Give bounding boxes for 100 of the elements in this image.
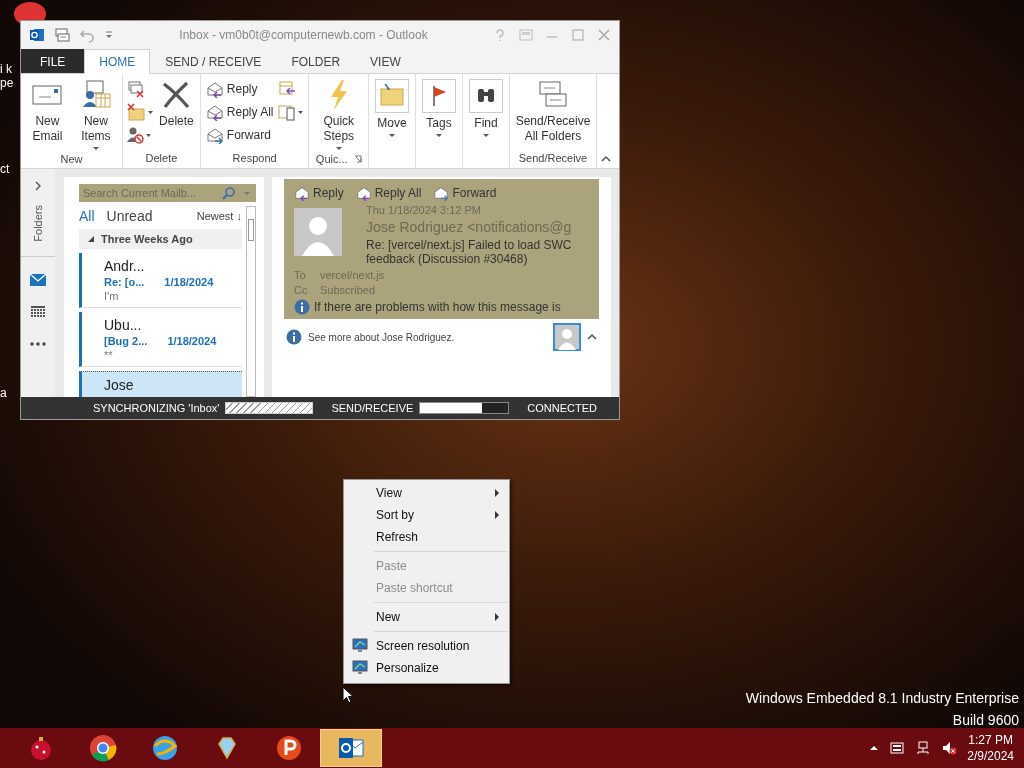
build-number-text: Build 9600 [952,712,1019,728]
collapse-ribbon-icon[interactable] [601,154,611,164]
message-sender: Jose [104,377,135,393]
desktop-icon-label: i k [0,62,12,76]
display-problem-notice[interactable]: If there are problems with how this message is [314,300,561,314]
sender-name: Jose Rodriguez <notifications@g [366,219,573,235]
expand-chevron-icon[interactable] [33,181,43,191]
envelope-arrow-icon [205,103,224,121]
more-respond-icon[interactable] [277,102,306,122]
ribbon-button[interactable]: Quick Steps [312,77,365,152]
folders-pane-label[interactable]: Folders [32,205,44,242]
ribbon-tab[interactable]: VIEW [355,49,416,73]
message-date: 1/18/2024 [164,276,214,288]
desktop-icon-label: ct [0,162,10,176]
ribbon-tab[interactable]: FILE [21,49,85,73]
dialog-launcher-icon[interactable] [353,155,362,163]
ribbon-button[interactable]: New Items [72,77,120,152]
round-p-app-icon [275,734,303,762]
ribbon-button[interactable]: Find [466,77,506,139]
message-preview: I'm [104,290,120,302]
context-menu-item[interactable]: Refresh [344,526,509,548]
context-menu-item[interactable]: Screen resolution [344,635,509,657]
context-menu-item[interactable]: New [344,606,509,628]
collapse-caret-icon[interactable] [587,332,597,342]
ribbon-small-button[interactable]: Reply [203,79,276,99]
ignore-icon[interactable] [126,79,147,99]
ribbon-button[interactable]: New Email [24,77,71,146]
message-date: 1/18/2024 [167,335,217,347]
to-recipient: vercel/next.js [320,269,385,281]
monitor-icon [352,638,368,654]
sort-button[interactable]: Newest ↓ [196,210,242,222]
binoculars-icon [469,79,503,113]
message-subject: Re: [vercel/next.js] Failed to load SWC feedback (Discussion #30468) [366,238,573,266]
monitor-icon [352,660,368,676]
network-icon[interactable] [915,740,932,756]
show-hidden-icons-caret-icon[interactable] [869,743,880,753]
ribbon-button[interactable]: Send/Receive All Folders [513,77,593,146]
windows-edition-text: Windows Embedded 8.1 Industry Enterprise [745,690,1019,706]
info-icon [294,299,310,315]
flag-icon [422,79,456,113]
clean-up-icon[interactable] [126,102,155,122]
context-menu-item[interactable]: Personalize [344,657,509,679]
message-item[interactable]: Andr... Re: [o... 1/18/2024 I'm [79,253,242,308]
reply-action-button[interactable]: Reply [294,185,344,201]
ribbon-button[interactable]: Delete [156,77,197,131]
context-menu-item[interactable]: View [344,482,509,504]
reply-action-button[interactable]: Reply All [355,185,422,201]
customize-caret-icon[interactable] [104,30,114,40]
message-item[interactable]: Ubu... [Bug 2... 1/18/2024 ** [79,312,242,367]
cc-label: Cc [294,284,306,296]
globe-browser-icon [151,734,179,762]
ribbon-tab[interactable]: FOLDER [276,49,356,73]
envelope-arrow-icon [205,126,224,144]
envelope-arrow-icon [433,185,450,201]
taskbar-app-button[interactable] [320,729,382,767]
message-subject: Re: [o... [104,276,145,288]
desktop-icon-label: a [0,386,7,400]
people-pane-text[interactable]: See more about Jose Rodriguez. [308,331,547,343]
send-receive-icon[interactable] [54,27,70,43]
taskbar-clock[interactable]: 1:27 PM 2/9/2024 [967,733,1014,763]
collapse-triangle-icon[interactable] [87,235,95,243]
to-label: To [294,269,306,281]
ribbon-button[interactable]: Move [372,77,412,139]
ribbon-group-label: Delete [145,152,178,164]
reply-action-button[interactable]: Forward [433,185,497,201]
connection-status-text: CONNECTED [527,402,597,414]
ribbon-button[interactable]: Tags [419,77,459,139]
ribbon-group-label: Quic... [315,153,348,165]
send-receive-status-text[interactable]: SEND/RECEIVE [331,402,414,414]
envelope-arrow-icon [294,185,310,201]
window-title: Inbox - vm0b0t@computernewb.com - Outlook [178,28,429,42]
avatar-silhouette-icon [294,208,342,256]
ribbon-group-label: New [60,153,83,165]
ribbon-group-label: Send/Receive [518,152,588,164]
message-sender: Andr... [104,258,146,274]
desktop-icon-label: pe [0,76,14,90]
chrome-icon [89,734,117,762]
message-preview: ** [104,349,114,361]
info-icon [286,329,302,345]
mouse-cursor-icon [342,686,354,704]
envelope-arrow-icon [355,185,372,201]
muted-speaker-icon[interactable] [941,740,958,756]
cc-recipient: Subscribed [320,284,376,296]
ribbon-group-label: Respond [232,152,277,164]
filter-tab[interactable]: Unread [106,208,153,224]
message-subject: [Bug 2... [104,335,148,347]
filter-tab[interactable]: All [79,208,95,224]
ribbon-tab[interactable]: SEND / RECEIVE [150,49,277,73]
scrollbar[interactable] [246,206,256,397]
ribbon-small-button[interactable]: Forward [203,125,276,145]
avatar-silhouette-icon[interactable] [553,323,581,351]
outlook-logo-icon[interactable] [29,27,45,43]
group-header[interactable]: Three Weeks Ago [79,229,242,249]
message-item[interactable]: Jose [79,371,242,397]
ribbon-small-button[interactable]: Reply All [203,102,276,122]
context-menu-item[interactable]: Sort by [344,504,509,526]
sync-status-text: SYNCHRONIZING 'Inbox' [92,402,220,414]
ribbon-tab[interactable]: HOME [84,49,151,74]
message-sender: Ubu... [104,317,143,333]
folder-icon [375,79,409,113]
